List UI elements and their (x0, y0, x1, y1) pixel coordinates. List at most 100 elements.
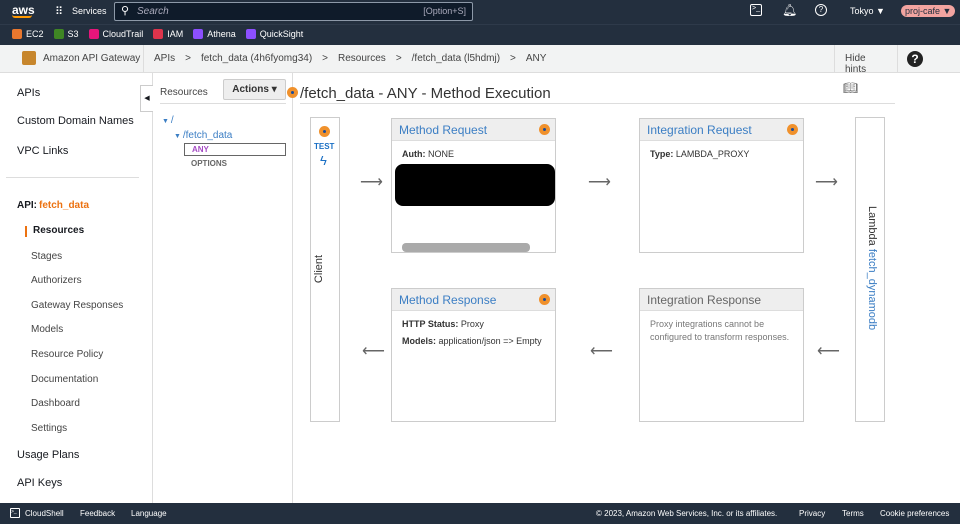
help-icon[interactable]: ? (907, 51, 923, 67)
tree-method-any[interactable]: ANY (184, 143, 286, 156)
sidebar: APIs Custom Domain Names VPC Links API: … (0, 73, 153, 503)
sidebar-item-stages[interactable]: Stages (31, 251, 62, 262)
integration-request-box: Integration Request Type: LAMBDA_PROXY (639, 118, 804, 253)
language-link[interactable]: Language (131, 509, 167, 518)
favorite-s3[interactable]: S3 (53, 29, 79, 39)
account-menu[interactable]: proj-cafe ▼ (901, 5, 956, 17)
cloudshell-link[interactable]: CloudShell (25, 509, 64, 518)
breadcrumb-api[interactable]: fetch_data (4h6fyomg34) (201, 53, 312, 64)
breadcrumb-resource[interactable]: /fetch_data (l5hdmj) (412, 53, 500, 64)
breadcrumb-sep: > (185, 53, 191, 64)
sidebar-item-settings[interactable]: Settings (31, 423, 67, 434)
collapse-sidebar-button[interactable]: ◀ (140, 85, 153, 112)
footer: >_ CloudShell Feedback Language © 2023, … (0, 503, 960, 524)
top-navigation: aws ⠿ Services ⚲ Search [Option+S] >_ 🔔︎… (0, 0, 960, 24)
sidebar-item-vpc-links[interactable]: VPC Links (17, 145, 68, 157)
sidebar-item-documentation[interactable]: Documentation (31, 374, 98, 385)
api-gateway-icon (22, 51, 36, 65)
sidebar-item-resources[interactable]: Resources (33, 225, 84, 236)
search-input[interactable]: ⚲ Search [Option+S] (114, 2, 473, 21)
resources-title: Resources (160, 87, 208, 98)
test-button[interactable]: TEST (314, 142, 334, 151)
feedback-link[interactable]: Feedback (80, 509, 115, 518)
favorite-label: EC2 (26, 29, 44, 39)
breadcrumb-sep: > (510, 53, 516, 64)
method-response-box: Method Response HTTP Status: Proxy Model… (391, 288, 556, 422)
lambda-function-link[interactable]: fetch_dynamodb (866, 249, 878, 330)
search-icon: ⚲ (121, 5, 130, 17)
integration-request-link[interactable]: Integration Request (640, 119, 803, 141)
services-menu[interactable]: Services (72, 6, 107, 16)
terms-link[interactable]: Terms (842, 509, 864, 518)
hint-icon[interactable] (539, 294, 550, 305)
sidebar-item-custom-domain-names[interactable]: Custom Domain Names (17, 115, 134, 127)
sidebar-item-authorizers[interactable]: Authorizers (31, 275, 82, 286)
api-name[interactable]: fetch_data (39, 200, 89, 211)
client-label: Client (313, 254, 326, 284)
sidebar-item-dashboard[interactable]: Dashboard (31, 398, 80, 409)
quicksight-icon (245, 29, 256, 39)
favorites-bar: EC2 S3 CloudTrail IAM Athena QuickSight (0, 24, 960, 45)
integration-response-box: Integration Response Proxy integrations … (639, 288, 804, 422)
lightning-icon[interactable]: ϟ (320, 153, 327, 168)
actions-button[interactable]: Actions ▾ (223, 79, 286, 100)
tree-fetch-data[interactable]: ▼ /fetch_data (174, 130, 232, 141)
service-name[interactable]: Amazon API Gateway (43, 53, 140, 64)
privacy-link[interactable]: Privacy (799, 509, 825, 518)
hint-icon[interactable] (319, 126, 330, 137)
sidebar-item-usage-plans[interactable]: Usage Plans (17, 449, 79, 461)
breadcrumb-method: ANY (525, 53, 547, 64)
breadcrumb-sep: > (395, 53, 402, 64)
cloudshell-icon[interactable]: >_ (750, 4, 762, 16)
help-icon[interactable]: ? (815, 4, 827, 16)
type-value: LAMBDA_PROXY (675, 149, 750, 159)
tree-root[interactable]: ▼ / (162, 115, 174, 126)
horizontal-scrollbar[interactable] (402, 243, 530, 252)
page-title: /fetch_data - ANY - Method Execution (300, 85, 551, 102)
hide-hints-button[interactable]: Hide hints (834, 45, 898, 75)
sidebar-item-resource-policy[interactable]: Resource Policy (31, 349, 103, 360)
favorite-athena[interactable]: Athena (193, 29, 236, 39)
sidebar-item-gateway-responses[interactable]: Gateway Responses (31, 300, 123, 311)
s3-icon (53, 29, 64, 39)
caret-down-icon: ▼ (174, 133, 183, 140)
sidebar-item-apis[interactable]: APIs (17, 87, 40, 99)
cloudtrail-icon (88, 29, 99, 39)
sidebar-item-api-keys[interactable]: API Keys (17, 477, 62, 489)
hint-icon[interactable] (787, 124, 798, 135)
breadcrumb-resources[interactable]: Resources (338, 53, 386, 64)
favorite-ec2[interactable]: EC2 (12, 29, 44, 39)
favorite-label: QuickSight (259, 29, 304, 39)
favorite-cloudtrail[interactable]: CloudTrail (88, 29, 143, 39)
method-request-box: Method Request Auth: NONE (391, 118, 556, 253)
athena-icon (193, 29, 204, 39)
models-label: Models: (402, 336, 437, 346)
ec2-icon (12, 29, 22, 39)
method-request-link[interactable]: Method Request (392, 119, 555, 141)
active-indicator (25, 226, 27, 237)
status-label: HTTP Status: (402, 319, 459, 329)
client-panel: TEST ϟ Client (310, 117, 340, 422)
region-selector[interactable]: Tokyo ▼ (850, 6, 885, 16)
hint-icon[interactable] (287, 87, 298, 98)
sidebar-item-models[interactable]: Models (31, 324, 63, 335)
method-response-link[interactable]: Method Response (392, 289, 555, 311)
breadcrumb-apis[interactable]: APIs (154, 53, 175, 64)
favorite-label: S3 (67, 29, 79, 39)
cookie-preferences-link[interactable]: Cookie preferences (880, 509, 949, 518)
favorite-iam[interactable]: IAM (153, 29, 183, 39)
api-label: API: (17, 200, 37, 211)
service-header: Amazon API Gateway APIs > fetch_data (4h6… (0, 45, 960, 75)
bell-icon[interactable]: 🔔︎ (782, 3, 797, 17)
favorite-quicksight[interactable]: QuickSight (245, 29, 304, 39)
grid-icon: ⠿ (55, 6, 63, 18)
status-value: Proxy (460, 319, 484, 329)
tree-method-options[interactable]: OPTIONS (191, 159, 227, 168)
search-shortcut: [Option+S] (423, 6, 466, 16)
arrow-left-icon: ⟵ (362, 343, 385, 360)
integration-response-title: Integration Response (640, 289, 803, 311)
book-icon[interactable]: 📖︎ (843, 81, 858, 95)
divider (160, 103, 286, 104)
hint-icon[interactable] (539, 124, 550, 135)
divider (300, 103, 895, 104)
